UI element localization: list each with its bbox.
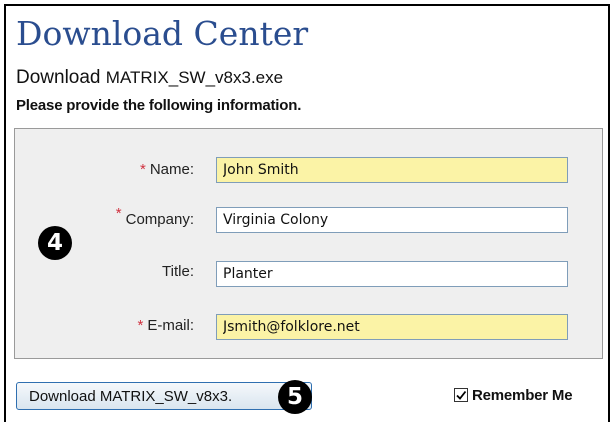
name-label: * Name: (140, 160, 194, 180)
required-marker: * (137, 317, 144, 334)
download-button[interactable]: Download MATRIX_SW_v8x3. (16, 382, 312, 410)
instructions-text: Please provide the following information… (16, 97, 302, 114)
email-field[interactable] (216, 314, 568, 340)
title-field[interactable] (216, 261, 568, 287)
company-label: * Company: (116, 205, 194, 230)
info-form-panel: *Name: *Company: Title: *E-mail: 4 (14, 128, 603, 359)
remember-me-checkbox[interactable] (454, 388, 468, 402)
checkmark-icon (456, 390, 467, 400)
company-field[interactable] (216, 207, 568, 233)
name-field[interactable] (216, 157, 568, 183)
download-prefix: Download (16, 67, 101, 88)
company-label-text: Company: (125, 211, 194, 228)
title-label: Title: (162, 262, 194, 282)
remember-me-label: Remember Me (472, 386, 573, 404)
download-subtitle: Download MATRIX_SW_v8x3.exe (16, 66, 283, 90)
name-label-text: Name: (149, 161, 194, 178)
step-5-callout: 5 (278, 380, 312, 414)
email-label: * E-mail: (137, 316, 194, 336)
step-4-callout: 4 (38, 226, 72, 260)
required-marker: * (139, 161, 146, 178)
page-title: Download Center (16, 14, 309, 53)
email-label-text: E-mail: (147, 317, 194, 334)
remember-me-control[interactable]: Remember Me (454, 384, 573, 406)
title-label-text: Title: (162, 263, 194, 280)
download-filename: MATRIX_SW_v8x3.exe (105, 68, 284, 87)
required-marker: * (115, 205, 122, 222)
